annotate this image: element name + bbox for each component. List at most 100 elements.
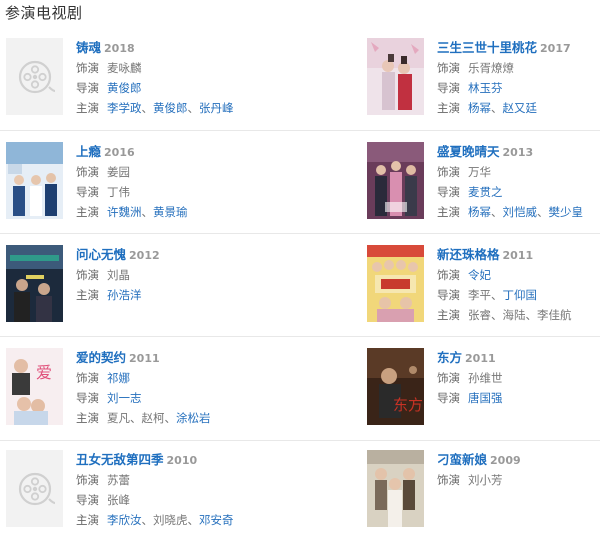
role-row: 饰演 刘晶 — [76, 265, 301, 285]
drama-title-link[interactable]: 上瘾 — [76, 144, 101, 159]
poster-image[interactable] — [367, 38, 424, 115]
poster-image[interactable] — [6, 142, 63, 219]
person-name: 麦咏麟 — [107, 61, 142, 75]
starring-row: 主演 孙浩洋 — [76, 285, 301, 305]
separator: 、 — [491, 288, 503, 302]
starring-row: 主演 李学政、黄俊郎、张丹峰 — [76, 98, 301, 118]
starring-label: 主演 — [76, 513, 99, 527]
drama-year: 2010 — [166, 454, 198, 467]
person-link[interactable]: 令妃 — [468, 268, 491, 282]
separator: 、 — [537, 205, 549, 219]
role-row: 饰演 苏蕾 — [76, 470, 301, 490]
person-link[interactable]: 麦贯之 — [468, 185, 503, 199]
person-link[interactable]: 祁娜 — [107, 371, 130, 385]
poster-image[interactable] — [367, 142, 424, 219]
poster-image[interactable]: 东方 — [367, 348, 424, 425]
person-name: 赵柯 — [141, 411, 165, 425]
person-link[interactable]: 黄俊郎 — [153, 101, 188, 115]
person-name: 丁伟 — [107, 185, 130, 199]
separator: 、 — [130, 411, 142, 425]
drama-title-link[interactable]: 爱的契约 — [76, 350, 126, 365]
person-link[interactable]: 张丹峰 — [199, 101, 234, 115]
drama-card: 东方 东方 2011 饰演 孙维世 导演 唐国强 — [367, 348, 600, 446]
separator: 、 — [187, 101, 200, 115]
person-link[interactable]: 许魏洲 — [107, 205, 142, 219]
divider — [0, 336, 600, 337]
person-name: 乐胥燎燎 — [468, 61, 514, 75]
director-label: 导演 — [76, 185, 99, 199]
drama-year: 2016 — [104, 146, 135, 159]
role-row: 饰演 姜园 — [76, 162, 301, 182]
person-link[interactable]: 孙浩洋 — [107, 288, 142, 302]
title-line: 铸魂 2018 — [76, 38, 301, 58]
poster-image[interactable]: 爱 — [6, 348, 63, 425]
starring-label: 主演 — [437, 205, 460, 219]
drama-title-link[interactable]: 东方 — [437, 350, 462, 365]
director-row: 导演 黄俊郎 — [76, 78, 301, 98]
person-name: 张峰 — [107, 493, 130, 507]
director-row: 导演 麦贯之 — [437, 182, 600, 202]
role-row: 饰演 祁娜 — [76, 368, 301, 388]
starring-row: 主演 张睿、海陆、李佳航 — [437, 305, 600, 325]
person-link[interactable]: 黄俊郎 — [107, 81, 142, 95]
separator: 、 — [141, 205, 154, 219]
role-label: 饰演 — [76, 473, 99, 487]
director-row: 导演 林玉芬 — [437, 78, 600, 98]
separator: 、 — [491, 101, 503, 115]
drama-year: 2011 — [465, 352, 496, 365]
separator: 、 — [187, 513, 200, 527]
drama-title-link[interactable]: 问心无愧 — [76, 247, 126, 262]
person-link[interactable]: 邓安奇 — [199, 513, 234, 527]
drama-title-link[interactable]: 盛夏晚晴天 — [437, 144, 500, 159]
person-link[interactable]: 杨幂 — [468, 101, 491, 115]
person-link[interactable]: 杨幂 — [468, 205, 491, 219]
person-name: 万华 — [468, 165, 491, 179]
person-link[interactable]: 林玉芬 — [468, 81, 503, 95]
person-link[interactable]: 赵又廷 — [503, 101, 538, 115]
title-line: 三生三世十里桃花 2017 — [437, 38, 600, 58]
director-label: 导演 — [76, 81, 99, 95]
role-label: 饰演 — [437, 268, 460, 282]
separator: 、 — [141, 101, 154, 115]
title-line: 上瘾 2016 — [76, 142, 301, 162]
separator: 、 — [525, 308, 538, 322]
role-row: 饰演 万华 — [437, 162, 600, 182]
drama-title-link[interactable]: 丑女无敌第四季 — [76, 452, 164, 467]
drama-title-link[interactable]: 新还珠格格 — [437, 247, 500, 262]
role-label: 饰演 — [437, 61, 460, 75]
director-row: 导演 刘一志 — [76, 388, 301, 408]
person-link[interactable]: 刘一志 — [107, 391, 142, 405]
title-line: 刁蛮新娘 2009 — [437, 450, 600, 470]
drama-title-link[interactable]: 三生三世十里桃花 — [437, 40, 537, 55]
poster-image[interactable] — [367, 245, 424, 322]
drama-title-link[interactable]: 刁蛮新娘 — [437, 452, 487, 467]
separator: 、 — [141, 513, 154, 527]
drama-card: 新还珠格格 2011 饰演 令妃 导演 李平、丁仰国 主演 张睿、海陆、李佳航 — [367, 245, 600, 343]
person-link[interactable]: 涂松岩 — [176, 411, 211, 425]
person-name: 刘晶 — [107, 268, 130, 282]
person-name: 刘晓虎 — [153, 513, 188, 527]
person-name: 李平 — [468, 288, 491, 302]
person-link[interactable]: 唐国强 — [468, 391, 503, 405]
poster-image[interactable] — [6, 245, 63, 322]
director-row: 导演 张峰 — [76, 490, 301, 510]
director-row: 导演 丁伟 — [76, 182, 301, 202]
drama-title-link[interactable]: 铸魂 — [76, 40, 101, 55]
director-label: 导演 — [437, 185, 460, 199]
drama-card: 问心无愧 2012 饰演 刘晶 主演 孙浩洋 — [6, 245, 296, 343]
film-reel-placeholder-icon[interactable] — [6, 38, 63, 115]
svg-text:爱: 爱 — [36, 363, 52, 382]
person-link[interactable]: 黄景瑜 — [153, 205, 188, 219]
role-label: 饰演 — [76, 268, 99, 282]
person-link[interactable]: 刘恺威 — [503, 205, 538, 219]
person-link[interactable]: 李欣汝 — [107, 513, 142, 527]
role-label: 饰演 — [76, 61, 99, 75]
film-reel-placeholder-icon[interactable] — [6, 450, 63, 527]
person-link[interactable]: 樊少皇 — [549, 205, 584, 219]
person-link[interactable]: 李学政 — [107, 101, 142, 115]
starring-label: 主演 — [437, 101, 460, 115]
drama-card: 丑女无敌第四季 2010 饰演 苏蕾 导演 张峰 主演 李欣汝、刘晓虎、邓安奇 — [6, 450, 296, 535]
role-label: 饰演 — [437, 473, 460, 487]
poster-image[interactable] — [367, 450, 424, 527]
person-link[interactable]: 丁仰国 — [503, 288, 538, 302]
